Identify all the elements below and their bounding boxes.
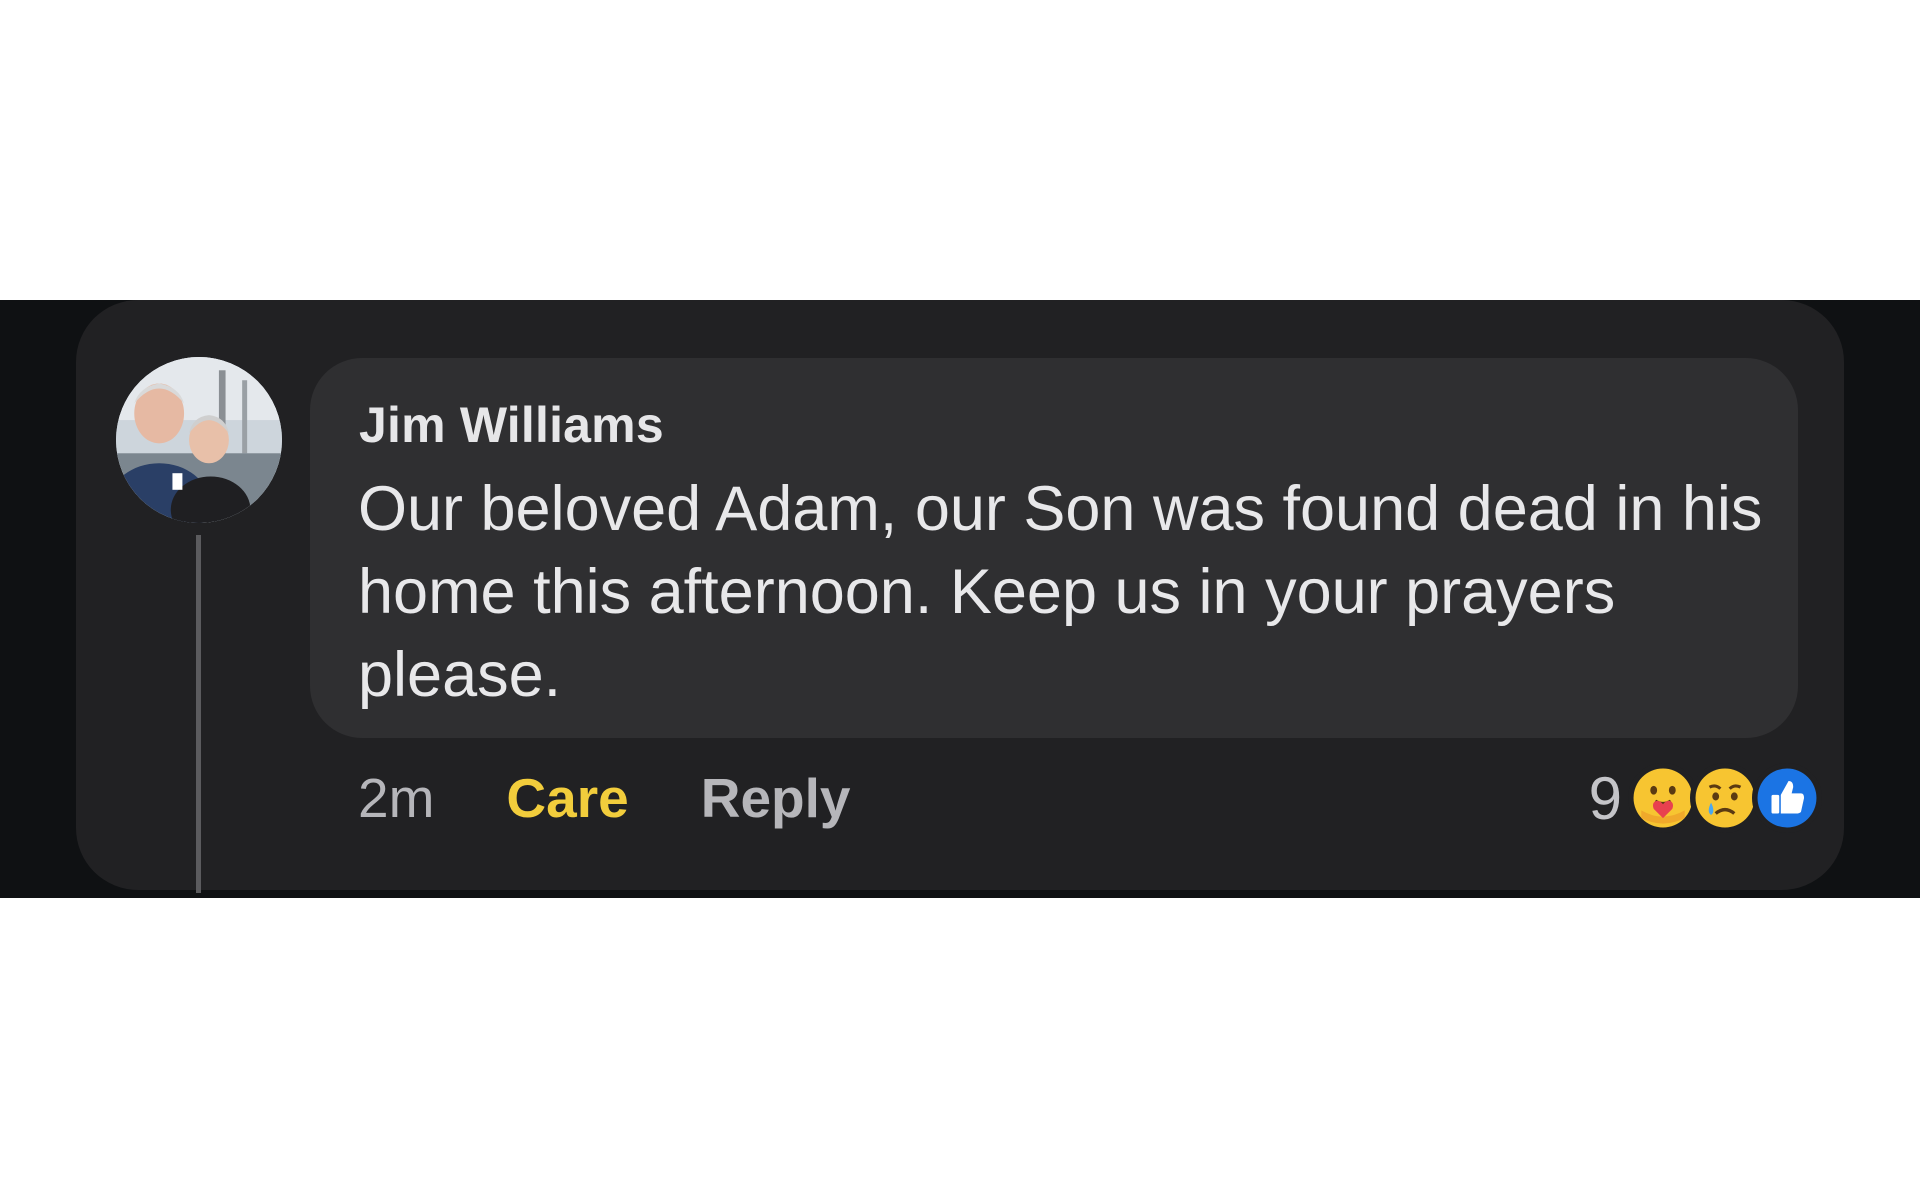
care-button[interactable]: Care xyxy=(506,766,628,830)
reply-button[interactable]: Reply xyxy=(701,766,851,830)
avatar[interactable] xyxy=(116,357,282,523)
comment-actions: 2m Care Reply xyxy=(358,763,851,833)
like-icon xyxy=(1752,763,1822,833)
author-name[interactable]: Jim Williams xyxy=(359,396,664,454)
care-icon xyxy=(1628,763,1698,833)
avatar-photo-icon xyxy=(116,357,282,523)
reaction-summary[interactable]: 9 xyxy=(1589,758,1822,838)
comment-text: Our beloved Adam, our Son was found dead… xyxy=(358,474,1763,710)
thread-line xyxy=(196,535,201,893)
reaction-count: 9 xyxy=(1588,764,1622,832)
sad-icon xyxy=(1690,763,1760,833)
comment-timestamp[interactable]: 2m xyxy=(358,766,434,830)
